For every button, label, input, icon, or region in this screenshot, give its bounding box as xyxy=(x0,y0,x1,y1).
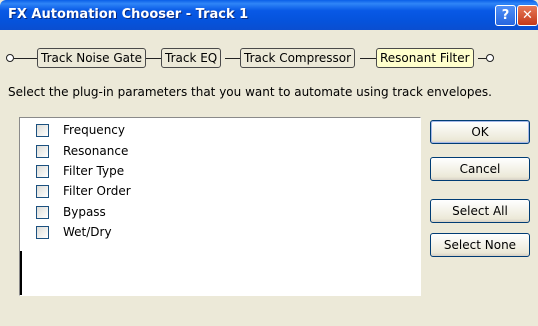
checkbox[interactable] xyxy=(36,206,49,219)
ok-button[interactable]: OK xyxy=(430,120,530,144)
parameter-label: Filter Order xyxy=(63,184,131,198)
close-icon: ✕ xyxy=(522,8,533,23)
parameter-label: Frequency xyxy=(63,123,125,137)
checkbox[interactable] xyxy=(36,124,49,137)
checkbox[interactable] xyxy=(36,226,49,239)
cancel-button[interactable]: Cancel xyxy=(430,157,530,181)
title-bar[interactable]: FX Automation Chooser - Track 1 ? ✕ xyxy=(0,0,538,30)
fx-automation-chooser-window: FX Automation Chooser - Track 1 ? ✕ Trac… xyxy=(0,0,538,326)
checkbox[interactable] xyxy=(36,145,49,158)
chain-connector xyxy=(14,58,37,59)
checkbox[interactable] xyxy=(36,165,49,178)
chain-connector xyxy=(225,58,240,59)
chain-connector xyxy=(146,58,161,59)
chain-end-circle xyxy=(486,54,494,62)
select-all-button[interactable]: Select All xyxy=(430,199,530,223)
parameter-label: Filter Type xyxy=(63,164,125,178)
chain-node-track-compressor[interactable]: Track Compressor xyxy=(240,48,356,68)
close-button[interactable]: ✕ xyxy=(517,5,538,26)
parameter-list[interactable]: Frequency Resonance Filter Type Filter O… xyxy=(19,117,421,296)
select-none-button[interactable]: Select None xyxy=(430,233,530,257)
help-button[interactable]: ? xyxy=(495,5,516,26)
parameter-label: Wet/Dry xyxy=(63,225,112,239)
list-edge-marker xyxy=(20,251,22,295)
chain-start-circle xyxy=(6,54,14,62)
chain-node-track-eq[interactable]: Track EQ xyxy=(161,48,222,68)
chain-connector xyxy=(360,58,376,59)
chain-node-track-noise-gate[interactable]: Track Noise Gate xyxy=(37,48,147,68)
parameter-label: Resonance xyxy=(63,144,129,158)
chain-node-resonant-filter[interactable]: Resonant Filter xyxy=(376,48,474,68)
window-title: FX Automation Chooser - Track 1 xyxy=(8,7,249,22)
checkbox[interactable] xyxy=(36,185,49,198)
help-icon: ? xyxy=(501,8,510,23)
instructions-text: Select the plug-in parameters that you w… xyxy=(8,85,492,99)
chain-connector xyxy=(478,58,486,59)
parameter-label: Bypass xyxy=(63,205,106,219)
